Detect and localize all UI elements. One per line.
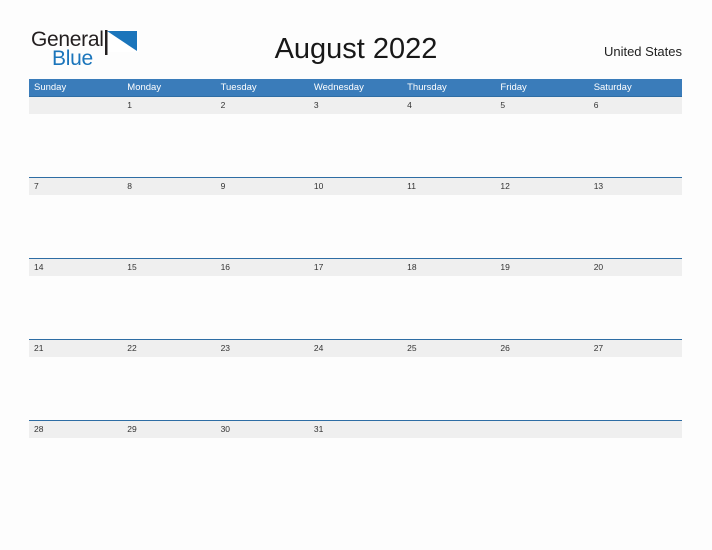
day-cell[interactable]: 3 <box>309 97 402 114</box>
page-header: General Blue August 2022 United States <box>0 0 712 80</box>
weekday-header-monday: Monday <box>127 82 162 93</box>
week-date-band: 1 2 3 4 5 6 <box>29 96 682 114</box>
day-cell[interactable]: 30 <box>216 421 309 438</box>
day-cell[interactable] <box>495 421 588 438</box>
day-cell[interactable]: 13 <box>589 178 682 195</box>
day-cell[interactable]: 19 <box>495 259 588 276</box>
week-date-band: 21 22 23 24 25 26 27 <box>29 339 682 357</box>
day-cell[interactable]: 12 <box>495 178 588 195</box>
day-cell[interactable]: 28 <box>29 421 122 438</box>
day-cell[interactable]: 20 <box>589 259 682 276</box>
day-cell[interactable]: 31 <box>309 421 402 438</box>
day-cell[interactable]: 26 <box>495 340 588 357</box>
day-cell[interactable]: 29 <box>122 421 215 438</box>
weekday-header-saturday: Saturday <box>593 82 632 93</box>
week-note-area[interactable] <box>29 195 682 258</box>
weekday-header-wednesday: Wednesday <box>313 82 364 93</box>
day-cell[interactable] <box>29 97 122 114</box>
day-cell[interactable]: 25 <box>402 340 495 357</box>
day-cell[interactable] <box>402 421 495 438</box>
week-note-area[interactable] <box>29 438 682 501</box>
week-row: 7 8 9 10 11 12 13 <box>29 177 682 258</box>
week-note-area[interactable] <box>29 276 682 339</box>
day-cell[interactable]: 6 <box>589 97 682 114</box>
day-cell[interactable]: 17 <box>309 259 402 276</box>
week-date-band: 14 15 16 17 18 19 20 <box>29 258 682 276</box>
week-note-area[interactable] <box>29 357 682 420</box>
day-cell[interactable]: 18 <box>402 259 495 276</box>
day-cell[interactable]: 4 <box>402 97 495 114</box>
region-label: United States <box>603 44 682 59</box>
day-cell[interactable]: 9 <box>216 178 309 195</box>
day-cell[interactable]: 1 <box>122 97 215 114</box>
day-cell[interactable]: 7 <box>29 178 122 195</box>
day-cell[interactable]: 22 <box>122 340 215 357</box>
weekday-header-row: Sunday Monday Tuesday Wednesday Thursday… <box>29 79 682 96</box>
week-row: 28 29 30 31 <box>29 420 682 501</box>
week-row: 14 15 16 17 18 19 20 <box>29 258 682 339</box>
weekday-header-friday: Friday <box>500 82 527 93</box>
calendar-grid: Sunday Monday Tuesday Wednesday Thursday… <box>29 79 682 501</box>
day-cell[interactable]: 14 <box>29 259 122 276</box>
week-date-band: 7 8 9 10 11 12 13 <box>29 177 682 195</box>
day-cell[interactable]: 5 <box>495 97 588 114</box>
day-cell[interactable]: 16 <box>216 259 309 276</box>
day-cell[interactable]: 10 <box>309 178 402 195</box>
weekday-header-sunday: Sunday <box>34 82 67 93</box>
day-cell[interactable]: 11 <box>402 178 495 195</box>
day-cell[interactable]: 27 <box>589 340 682 357</box>
week-date-band: 28 29 30 31 <box>29 420 682 438</box>
day-cell[interactable]: 23 <box>216 340 309 357</box>
week-row: 21 22 23 24 25 26 27 <box>29 339 682 420</box>
day-cell[interactable] <box>589 421 682 438</box>
day-cell[interactable]: 2 <box>216 97 309 114</box>
week-row: 1 2 3 4 5 6 <box>29 96 682 177</box>
day-cell[interactable]: 8 <box>122 178 215 195</box>
day-cell[interactable]: 24 <box>309 340 402 357</box>
day-cell[interactable]: 15 <box>122 259 215 276</box>
weekday-header-tuesday: Tuesday <box>220 82 257 93</box>
day-cell[interactable]: 21 <box>29 340 122 357</box>
week-note-area[interactable] <box>29 114 682 177</box>
weekday-header-thursday: Thursday <box>407 82 447 93</box>
